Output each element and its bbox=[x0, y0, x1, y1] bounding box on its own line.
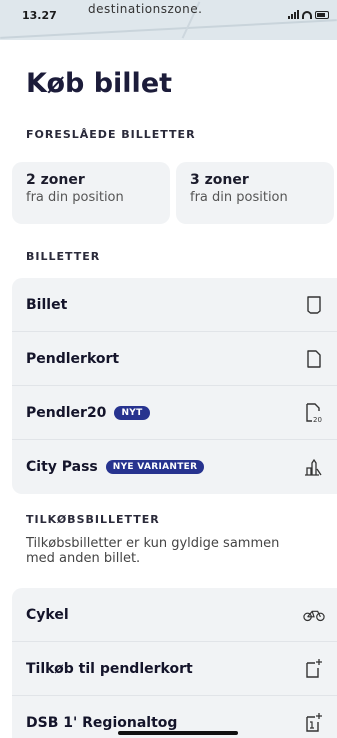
addon-label: DSB 1' Regionaltog bbox=[26, 715, 178, 731]
ticket-label: City Pass bbox=[26, 459, 98, 475]
card-icon bbox=[303, 348, 325, 370]
addon-label: Tilkøb til pendlerkort bbox=[26, 660, 193, 677]
card-plus-icon bbox=[303, 658, 325, 680]
addon-label: Cykel bbox=[26, 606, 69, 623]
ticket-row-pendler20[interactable]: Pendler20 NYT 20 bbox=[12, 386, 337, 440]
addon-row-tilkob-pendlerkort[interactable]: Tilkøb til pendlerkort bbox=[12, 642, 337, 696]
status-bar: 13.27 destinationszone. bbox=[0, 0, 337, 40]
addons-list: Cykel Tilkøb til pendlerkort DSB 1' Regi… bbox=[12, 588, 337, 738]
pendler20-icon: 20 bbox=[303, 402, 325, 424]
status-time: 13.27 bbox=[22, 9, 57, 22]
page-title: Køb billet bbox=[26, 68, 173, 99]
new-variants-badge: NYE VARIANTER bbox=[105, 460, 205, 474]
suggested-card-2-zones[interactable]: 2 zoner fra din position bbox=[12, 162, 170, 224]
bicycle-icon bbox=[303, 604, 325, 626]
ticket-label: Pendlerkort bbox=[26, 350, 120, 367]
ticket-label: Pendler20 bbox=[26, 404, 107, 421]
ticket-icon bbox=[303, 294, 325, 316]
addons-description: Tilkøbsbilletter er kun gyldige sammen m… bbox=[26, 536, 280, 566]
signal-icon bbox=[288, 10, 299, 19]
battery-icon bbox=[315, 11, 329, 19]
suggested-card-subtitle: fra din position bbox=[190, 190, 288, 205]
addon-row-cykel[interactable]: Cykel bbox=[12, 588, 337, 642]
suggested-heading: FORESLÅEDE BILLETTER bbox=[26, 128, 196, 141]
ticket-label: Billet bbox=[26, 296, 68, 313]
suggested-card-zones: 3 zoner bbox=[190, 172, 249, 188]
home-indicator[interactable] bbox=[118, 731, 238, 735]
ticket-row-city-pass[interactable]: City Pass NYE VARIANTER bbox=[12, 440, 337, 494]
status-banner-text: destinationszone. bbox=[88, 2, 203, 16]
map-background bbox=[0, 19, 337, 39]
suggested-card-3-zones[interactable]: 3 zoner fra din position bbox=[176, 162, 334, 224]
svg-text:20: 20 bbox=[313, 416, 322, 424]
suggested-card-zones: 2 zoner bbox=[26, 172, 85, 188]
suggested-card-subtitle: fra din position bbox=[26, 190, 124, 205]
suggested-tickets: 2 zoner fra din position 3 zoner fra din… bbox=[12, 162, 334, 224]
wifi-icon bbox=[302, 11, 312, 19]
ticket-row-pendlerkort[interactable]: Pendlerkort bbox=[12, 332, 337, 386]
tickets-list: Billet Pendlerkort Pendler20 NYT 20 City… bbox=[12, 278, 337, 494]
new-badge: NYT bbox=[114, 405, 150, 420]
city-pass-icon bbox=[303, 456, 325, 478]
addons-heading: TILKØBSBILLETTER bbox=[26, 513, 160, 526]
first-class-plus-icon bbox=[303, 712, 325, 734]
tickets-heading: BILLETTER bbox=[26, 250, 101, 263]
status-icons bbox=[288, 10, 329, 19]
ticket-row-billet[interactable]: Billet bbox=[12, 278, 337, 332]
